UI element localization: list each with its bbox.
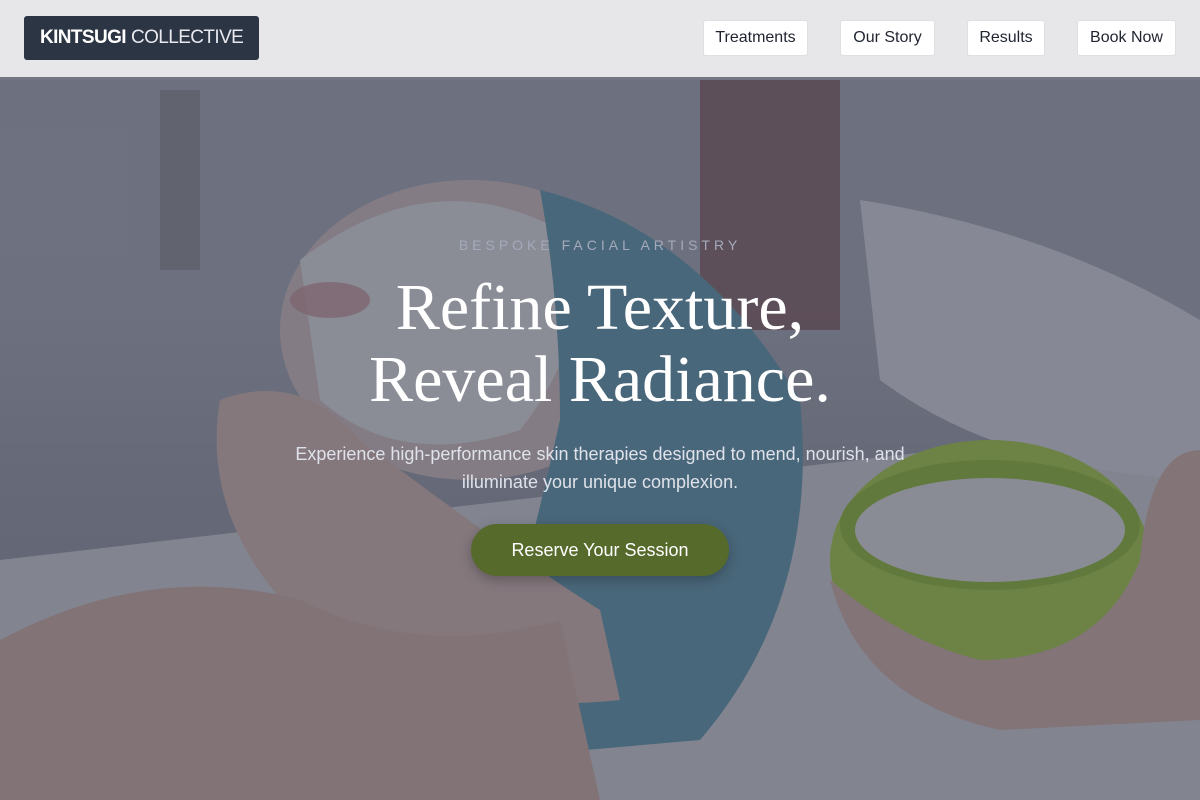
- hero-headline-line1: Refine Texture,: [395, 271, 805, 344]
- hero-headline-line2: Reveal Radiance.: [369, 343, 831, 416]
- reserve-session-button[interactable]: Reserve Your Session: [471, 524, 729, 576]
- hero-section: BESPOKE FACIAL ARTISTRY Refine Texture, …: [0, 0, 1200, 800]
- hero-eyebrow: BESPOKE FACIAL ARTISTRY: [458, 237, 742, 253]
- hero-subtext: Experience high-performance skin therapi…: [295, 444, 905, 492]
- hero-headline: Refine Texture, Reveal Radiance.: [0, 272, 1200, 416]
